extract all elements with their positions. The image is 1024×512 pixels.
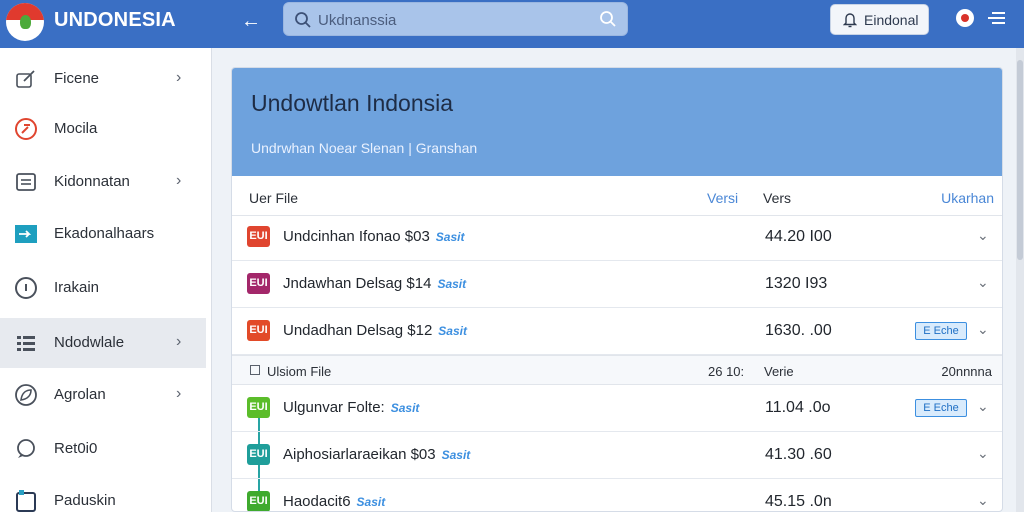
bell-icon [843, 13, 857, 28]
file-name: Ulgunvar Folte: [283, 399, 385, 416]
sidebar-item-mocila[interactable]: Mocila [0, 104, 206, 154]
table-row[interactable]: EUI Undadhan Delsag $12 Sasit 1630. .00 E… [232, 308, 1002, 355]
table-header: Uer File Versi Vers Ukarhan [232, 178, 1002, 216]
file-name: Undcinhan Ifonao $03 [283, 228, 430, 245]
file-tag[interactable]: Sasit [436, 230, 465, 244]
file-type-badge: EUI [247, 397, 270, 418]
table-row[interactable]: EUI Ulgunvar Folte: Sasit 11.04 .0o E Ech… [232, 385, 1002, 432]
table-row[interactable]: EUI Jndawhan Delsag $14 Sasit 1320 I93 ⌄ [232, 261, 1002, 308]
sidebar-item-ekadonalhaars[interactable]: Ekadonalhaars [0, 209, 206, 259]
column-versi[interactable]: Versi [707, 190, 738, 206]
sidebar-item-agrolan[interactable]: Agrolan › [0, 370, 206, 420]
file-tag[interactable]: Sasit [438, 324, 467, 338]
chevron-down-icon[interactable]: ⌄ [977, 227, 989, 244]
column-vers[interactable]: Vers [763, 190, 791, 206]
leaf-icon [15, 384, 37, 406]
sidebar-item-label: Paduskin [54, 492, 116, 509]
section-file-label: Ulsiom File [267, 364, 332, 379]
file-type-badge: EUI [247, 491, 270, 511]
sidebar-item-label: Mocila [54, 120, 98, 137]
compass-icon [15, 118, 37, 140]
bubble-icon [17, 439, 35, 458]
chevron-right-icon: › [176, 172, 182, 189]
column-ukaran[interactable]: Ukarhan [941, 190, 994, 206]
search-icon [295, 12, 311, 28]
file-type-badge: EUI [247, 226, 270, 247]
downloads-panel: Undowtlan Indonsia Undrwhan Noear Slenan… [231, 67, 1003, 512]
chevron-right-icon: › [176, 69, 182, 86]
sidebar-item-ficene[interactable]: Ficene › [0, 54, 206, 104]
search-input[interactable] [318, 9, 578, 31]
search-submit-icon[interactable] [599, 10, 617, 28]
indonesia-logo-icon[interactable] [6, 3, 44, 41]
scrollbar-thumb[interactable] [1017, 60, 1023, 260]
table-row[interactable]: EUI Undcinhan Ifonao $03 Sasit 44.20 I00 … [232, 214, 1002, 261]
menu-icon[interactable] [986, 10, 1006, 26]
sidebar-item-label: Kidonnatan [54, 173, 130, 190]
file-tag[interactable]: Sasit [437, 277, 466, 291]
section-header: Ulsiom File 26 10: Verie 20nnnna [232, 355, 1002, 385]
list-icon [17, 336, 35, 351]
chevron-right-icon: › [176, 333, 182, 350]
file-tag[interactable]: Sasit [357, 495, 386, 509]
search-bar[interactable] [283, 2, 628, 36]
file-tag[interactable]: Sasit [442, 448, 471, 462]
sidebar-item-label: Ekadonalhaars [54, 225, 155, 242]
notification-button[interactable]: Eindonal [830, 4, 929, 35]
top-bar: UNDONESIA ← Eindonal [0, 0, 1024, 48]
section-date-label: 26 10: [708, 364, 745, 379]
chevron-down-icon[interactable]: ⌄ [977, 274, 989, 291]
sidebar-item-paduskin[interactable]: Paduskin [0, 476, 206, 512]
brand-title: UNDONESIA [54, 9, 176, 31]
sidebar-item-ret0i0[interactable]: Ret0i0 [0, 424, 206, 474]
sidebar-item-label: Ndodwlale [54, 334, 125, 351]
chevron-down-icon[interactable]: ⌄ [977, 398, 989, 415]
section-size-label: 20nnnna [941, 364, 992, 379]
file-tag[interactable]: Sasit [391, 401, 420, 415]
section-vers-label: Verie [764, 364, 794, 379]
sidebar-item-irakain[interactable]: Irakain [0, 263, 206, 313]
sidebar-item-label: Ret0i0 [54, 440, 98, 457]
panel-header: Undowtlan Indonsia Undrwhan Noear Slenan… [232, 68, 1002, 176]
section-checkbox[interactable] [250, 365, 260, 375]
chevron-right-icon: › [176, 385, 182, 402]
sidebar-item-ndodwlale[interactable]: Ndodwlale › [0, 318, 206, 368]
document-icon [16, 173, 36, 191]
edit-icon [16, 70, 35, 88]
file-value: 11.04 .0o [765, 399, 831, 416]
sidebar-item-label: Ficene [54, 70, 100, 87]
chevron-down-icon[interactable]: ⌄ [977, 492, 989, 509]
sidebar-item-label: Irakain [54, 279, 100, 296]
user-avatar[interactable] [956, 9, 974, 27]
sidebar-item-kidonnatan[interactable]: Kidonnatan › [0, 157, 206, 207]
file-type-badge: EUI [247, 320, 270, 341]
file-icon [16, 490, 36, 512]
chevron-down-icon[interactable]: ⌄ [977, 321, 989, 338]
chevron-down-icon[interactable]: ⌄ [977, 445, 989, 462]
sidebar-item-label: Agrolan [54, 386, 106, 403]
back-arrow-icon[interactable]: ← [238, 8, 264, 34]
card-icon [15, 225, 37, 243]
page-subtitle: Undrwhan Noear Slenan | Granshan [251, 140, 478, 156]
file-value: 1630. .00 [765, 322, 832, 339]
file-value: 1320 I93 [765, 275, 828, 292]
file-type-badge: EUI [247, 444, 270, 465]
file-name: Haodacit6 [283, 493, 351, 510]
file-name: Undadhan Delsag $12 [283, 322, 433, 339]
file-name: Jndawhan Delsag $14 [283, 275, 432, 292]
status-badge[interactable]: E Eche [915, 399, 967, 417]
page-title: Undowtlan Indonsia [251, 90, 454, 116]
file-value: 41.30 .60 [765, 446, 832, 463]
notification-label: Eindonal [864, 12, 919, 28]
status-badge[interactable]: E Eche [915, 322, 967, 340]
table-row[interactable]: EUI Haodacit6 Sasit 45.15 .0n ⌄ [232, 479, 1002, 511]
column-file[interactable]: Uer File [249, 190, 298, 206]
file-type-badge: EUI [247, 273, 270, 294]
file-value: 44.20 I00 [765, 228, 832, 245]
file-value: 45.15 .0n [765, 493, 832, 510]
sidebar: Ficene › Mocila Kidonnatan › Ekadonalhaa… [0, 48, 212, 512]
circle-icon [15, 277, 37, 299]
table-row[interactable]: EUI Aiphosiarlaraeikan $03 Sasit 41.30 .6… [232, 432, 1002, 479]
file-name: Aiphosiarlaraeikan $03 [283, 446, 436, 463]
